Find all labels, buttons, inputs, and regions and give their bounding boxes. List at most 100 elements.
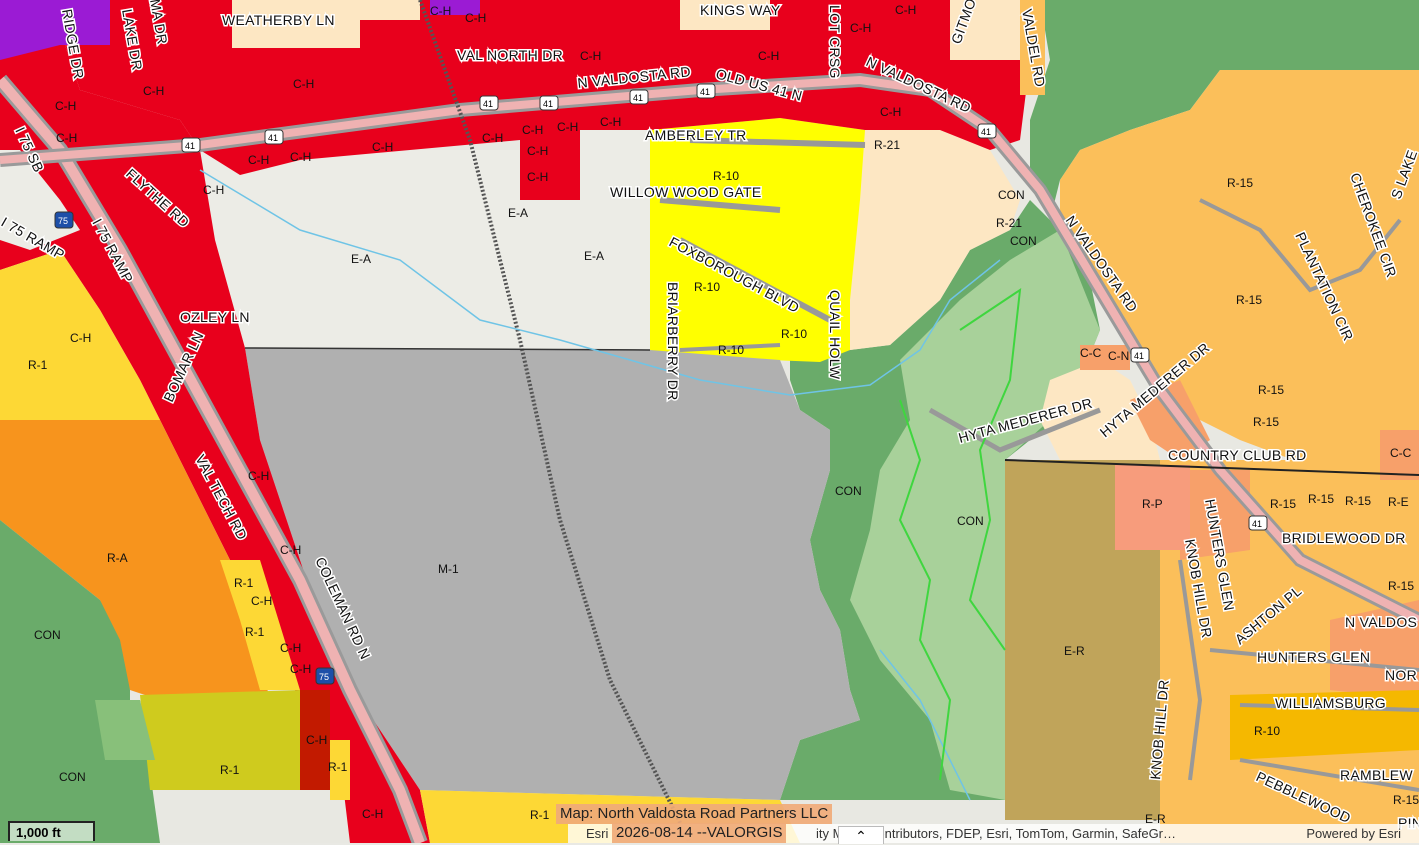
zone-label: R-15 — [1270, 497, 1296, 511]
svg-text:75: 75 — [319, 672, 329, 682]
zone-label: E-A — [584, 249, 604, 263]
zone-label: R-15 — [1308, 492, 1334, 506]
us41-shield: 41 — [696, 83, 716, 99]
road-label: N VALDOS — [1345, 614, 1417, 630]
zone-label: C-H — [600, 115, 621, 129]
zone-label: R-10 — [1254, 724, 1280, 738]
zone-label: C-H — [880, 105, 901, 119]
powered-by-esri[interactable]: Powered by Esri — [1306, 824, 1401, 843]
zone-label: R-15 — [1393, 793, 1419, 807]
zone-label: CON — [34, 628, 61, 642]
zone-label: R-1 — [328, 760, 348, 774]
zone-label: CON — [957, 514, 984, 528]
zone-label: C-N — [1108, 349, 1129, 363]
svg-text:41: 41 — [1252, 519, 1262, 529]
map-title-overlay: Map: North Valdosta Road Partners LLC — [556, 804, 833, 824]
zone-label: R-15 — [1253, 415, 1279, 429]
zone-label: R-15 — [1258, 383, 1284, 397]
road-label: BRIDLEWOOD DR — [1282, 530, 1406, 546]
zone-label: C-H — [850, 21, 871, 35]
us41-shield: 41 — [1130, 347, 1150, 363]
zone-label: M-1 — [438, 562, 459, 576]
us41-shield: 41 — [539, 95, 559, 111]
zone-label: CON — [1010, 234, 1037, 248]
zone-label: R-E — [1388, 495, 1409, 509]
zone-label: R-1 — [28, 358, 48, 372]
zone-label: R-A — [107, 551, 128, 565]
zone-label: R-P — [1142, 497, 1163, 511]
zone-label: C-H — [482, 131, 503, 145]
zone-label: C-H — [362, 807, 383, 821]
zone-label: C-H — [251, 594, 272, 608]
zone-label: R-1 — [245, 625, 265, 639]
zone-label: C-H — [70, 331, 91, 345]
expand-attribution-button[interactable]: ⌃ — [838, 826, 884, 844]
zone-label: R-15 — [1227, 176, 1253, 190]
zone-beige-weatherby-2 — [360, 0, 420, 20]
svg-text:41: 41 — [633, 93, 643, 103]
road-label: AMBERLEY TR — [645, 127, 747, 143]
zone-label: C-H — [203, 183, 224, 197]
zone-label: C-H — [248, 469, 269, 483]
zone-label: CON — [59, 770, 86, 784]
svg-text:41: 41 — [543, 99, 553, 109]
i75-shield: 75 — [54, 211, 74, 229]
zone-label: C-H — [465, 11, 486, 25]
road-label: VAL NORTH DR — [457, 47, 563, 63]
zone-label: CON — [998, 188, 1025, 202]
chevron-up-icon: ⌃ — [855, 828, 867, 844]
us41-shield: 41 — [629, 89, 649, 105]
zone-label: C-H — [290, 150, 311, 164]
zone-label: C-H — [55, 99, 76, 113]
zone-label: E-R — [1064, 644, 1085, 658]
zone-label: R-15 — [1236, 293, 1262, 307]
road-label: COUNTRY CLUB RD — [1168, 447, 1307, 463]
road-label: LOT CRSG — [827, 5, 843, 79]
zone-label: C-H — [372, 140, 393, 154]
road-label: WILLOW WOOD GATE — [610, 184, 762, 200]
us41-shield: 41 — [181, 137, 201, 153]
zone-label: R-21 — [874, 138, 900, 152]
zone-label: C-H — [56, 131, 77, 145]
i75-shield: 75 — [315, 667, 335, 685]
zone-label: C-H — [557, 120, 578, 134]
zone-label: C-H — [527, 170, 548, 184]
zone-label: C-H — [306, 733, 327, 747]
road-label: BRIARBERRY DR — [665, 282, 681, 401]
svg-text:41: 41 — [981, 127, 991, 137]
svg-text:41: 41 — [483, 99, 493, 109]
road-label: OZLEY LN — [180, 309, 250, 325]
zone-label: C-H — [522, 123, 543, 137]
zone-label: R-10 — [781, 327, 807, 341]
zoning-map[interactable]: WEATHERBY LN KINGS WAY VAL NORTH DR N VA… — [0, 0, 1419, 843]
zone-label: R-10 — [718, 343, 744, 357]
zone-label: C-H — [758, 49, 779, 63]
us41-shield: 41 — [977, 123, 997, 139]
zone-label: C-C — [1390, 446, 1412, 460]
zone-label: R-10 — [694, 280, 720, 294]
zone-label: C-H — [430, 4, 451, 18]
zone-label: R-10 — [713, 169, 739, 183]
zone-label: R-15 — [1388, 579, 1414, 593]
road-label: RAMBLEW — [1340, 767, 1413, 783]
road-label: WEATHERBY LN — [222, 12, 335, 28]
svg-text:41: 41 — [1134, 351, 1144, 361]
road-label: KINGS WAY — [700, 2, 781, 18]
zone-label: C-H — [527, 144, 548, 158]
us41-shield: 41 — [264, 129, 284, 145]
zone-label: R-21 — [996, 216, 1022, 230]
zone-label: E-A — [351, 252, 371, 266]
us41-shield: 41 — [479, 95, 499, 111]
attribution-esri: Esri — [586, 826, 609, 841]
zone-label: C-H — [895, 3, 916, 17]
road-label: NOR — [1385, 667, 1417, 683]
zone-label: C-H — [290, 662, 311, 676]
zone-label: C-H — [580, 49, 601, 63]
zone-label: C-H — [293, 77, 314, 91]
svg-text:41: 41 — [700, 87, 710, 97]
zone-label: C-H — [143, 84, 164, 98]
zone-label: R-1 — [220, 763, 240, 777]
zone-label: R-1 — [530, 808, 550, 822]
scale-bar: 1,000 ft — [8, 821, 95, 841]
zone-label: C-H — [280, 543, 301, 557]
